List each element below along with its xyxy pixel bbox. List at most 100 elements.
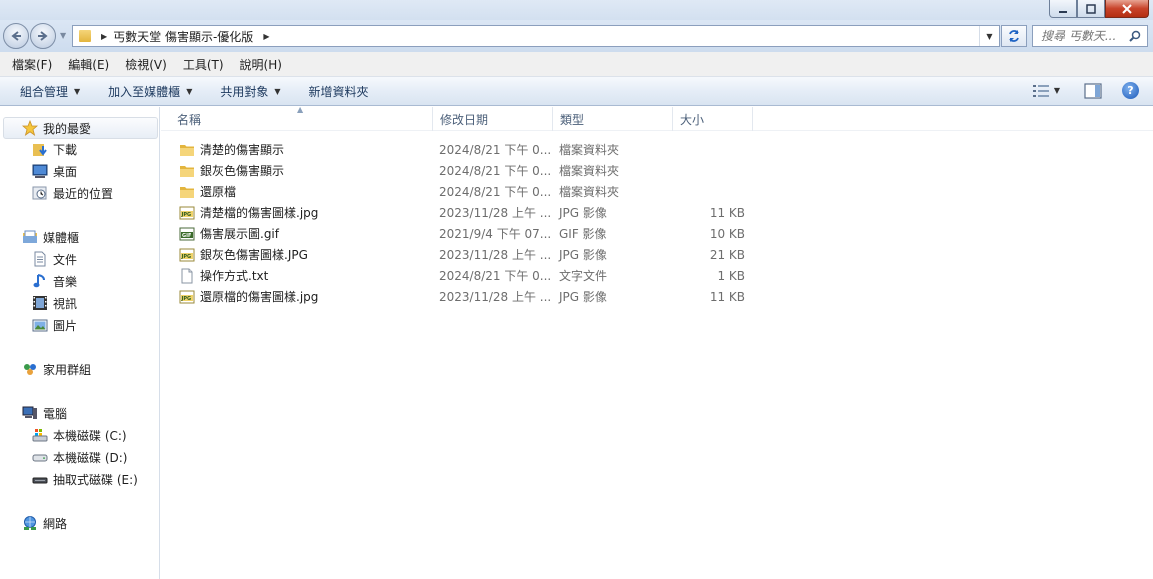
- file-type: GIF 影像: [559, 227, 607, 241]
- file-type: 檔案資料夾: [559, 185, 620, 199]
- menu-bar: 檔案(F) 編輯(E) 檢視(V) 工具(T) 說明(H): [0, 52, 1153, 77]
- navigation-pane: 我的最愛 下載 桌面 最近的位置 媒體櫃 文件 音樂 視訊 圖片 家用群組 電腦…: [0, 107, 160, 579]
- forward-arrow-icon: [38, 31, 48, 41]
- folder-icon: [180, 186, 194, 198]
- menu-view[interactable]: 檢視(V): [117, 56, 175, 73]
- file-row[interactable]: JPG 清楚檔的傷害圖樣.jpg 2023/11/28 上午 ... JPG 影…: [161, 202, 1153, 223]
- file-rows: 清楚的傷害顯示 2024/8/21 下午 0... 檔案資料夾 銀灰色傷害顯示 …: [161, 139, 1153, 307]
- file-name-cell: 操作方式.txt: [161, 267, 433, 284]
- file-type: JPG 影像: [559, 290, 607, 304]
- file-row[interactable]: 操作方式.txt 2024/8/21 下午 0... 文字文件 1 KB: [161, 265, 1153, 286]
- sort-ascending-icon: ▲: [297, 105, 304, 114]
- file-name: 操作方式.txt: [200, 269, 269, 283]
- file-name: 傷害展示圖.gif: [200, 227, 279, 241]
- breadcrumb-separator-icon[interactable]: ▶: [101, 32, 107, 41]
- computer-icon: [22, 406, 37, 419]
- nav-documents[interactable]: 文件: [0, 248, 160, 270]
- address-history-dropdown[interactable]: ▼: [979, 26, 999, 46]
- recent-pages-dropdown[interactable]: ▼: [60, 31, 66, 40]
- jpg-file-icon: JPG: [179, 248, 195, 261]
- nav-drive-d[interactable]: 本機磁碟 (D:): [0, 446, 160, 468]
- nav-drive-e-label: 抽取式磁碟 (E:): [53, 472, 138, 487]
- search-icon[interactable]: [1129, 30, 1141, 42]
- menu-help[interactable]: 說明(H): [232, 56, 290, 73]
- nav-pictures[interactable]: 圖片: [0, 314, 160, 336]
- nav-network[interactable]: 網路: [0, 512, 160, 534]
- new-folder-button[interactable]: 新增資料夾: [299, 77, 379, 105]
- file-row[interactable]: JPG 還原檔的傷害圖樣.jpg 2023/11/28 上午 ... JPG 影…: [161, 286, 1153, 307]
- breadcrumb-current-folder[interactable]: 丐數天堂 傷害顯示-優化版: [113, 28, 253, 45]
- menu-edit[interactable]: 編輯(E): [60, 56, 117, 73]
- nav-computer[interactable]: 電腦: [0, 402, 160, 424]
- address-row: ▼ ▶ 丐數天堂 傷害顯示-優化版 ▶ ▼: [0, 20, 1153, 52]
- video-icon: [33, 296, 47, 310]
- svg-text:JPG: JPG: [181, 212, 192, 218]
- menu-file[interactable]: 檔案(F): [4, 56, 60, 73]
- file-row[interactable]: JPG 銀灰色傷害圖樣.JPG 2023/11/28 上午 ... JPG 影像…: [161, 244, 1153, 265]
- maximize-button[interactable]: [1077, 0, 1105, 18]
- file-date: 2023/11/28 上午 ...: [439, 206, 552, 220]
- nav-recent-places[interactable]: 最近的位置: [0, 182, 160, 204]
- file-name: 還原檔的傷害圖樣.jpg: [200, 290, 319, 304]
- file-name: 銀灰色傷害顯示: [200, 164, 285, 178]
- file-row[interactable]: 清楚的傷害顯示 2024/8/21 下午 0... 檔案資料夾: [161, 139, 1153, 160]
- file-list-pane: ▲ 名稱 修改日期 類型 大小 清楚的傷害顯示 2024/8/21 下午 0..…: [161, 105, 1153, 579]
- file-row[interactable]: GIF 傷害展示圖.gif 2021/9/4 下午 07... GIF 影像 1…: [161, 223, 1153, 244]
- svg-text:JPG: JPG: [181, 254, 192, 260]
- hard-drive-icon: [32, 454, 48, 462]
- nav-computer-label: 電腦: [43, 406, 68, 421]
- jpg-file-icon: JPG: [179, 206, 195, 219]
- help-icon[interactable]: ?: [1122, 82, 1139, 99]
- file-row[interactable]: 還原檔 2024/8/21 下午 0... 檔案資料夾: [161, 181, 1153, 202]
- folder-icon: [79, 30, 91, 42]
- nav-libraries[interactable]: 媒體櫃: [0, 226, 160, 248]
- file-type: JPG 影像: [559, 206, 607, 220]
- file-name-cell: GIF 傷害展示圖.gif: [161, 225, 433, 242]
- file-name-cell: JPG 還原檔的傷害圖樣.jpg: [161, 288, 433, 305]
- file-date: 2023/11/28 上午 ...: [439, 290, 552, 304]
- file-name: 清楚的傷害顯示: [200, 143, 285, 157]
- breadcrumb-subfolder-arrow-icon[interactable]: ▶: [263, 32, 269, 41]
- back-button[interactable]: [3, 23, 29, 49]
- refresh-button[interactable]: [1001, 25, 1027, 47]
- preview-pane-icon[interactable]: [1084, 82, 1102, 99]
- view-options-dropdown[interactable]: ▼: [1054, 86, 1060, 95]
- nav-drive-c-label: 本機磁碟 (C:): [53, 428, 127, 443]
- nav-pictures-label: 圖片: [53, 318, 78, 333]
- gif-file-icon: GIF: [179, 227, 195, 240]
- file-name-cell: 銀灰色傷害顯示: [161, 162, 433, 179]
- menu-tools[interactable]: 工具(T): [175, 56, 232, 73]
- include-in-library-button[interactable]: 加入至媒體櫃 ▼: [98, 77, 202, 105]
- nav-drive-c[interactable]: 本機磁碟 (C:): [0, 424, 160, 446]
- file-row[interactable]: 銀灰色傷害顯示 2024/8/21 下午 0... 檔案資料夾: [161, 160, 1153, 181]
- share-with-button[interactable]: 共用對象 ▼: [210, 77, 290, 105]
- nav-drive-e[interactable]: 抽取式磁碟 (E:): [0, 468, 160, 490]
- nav-videos-label: 視訊: [53, 296, 78, 311]
- share-with-label: 共用對象: [220, 84, 269, 99]
- nav-favorites[interactable]: 我的最愛: [3, 117, 158, 139]
- file-name-cell: JPG 銀灰色傷害圖樣.JPG: [161, 246, 433, 263]
- column-header-date[interactable]: 修改日期: [433, 107, 553, 131]
- pictures-icon: [32, 319, 48, 332]
- nav-drive-d-label: 本機磁碟 (D:): [53, 450, 128, 465]
- column-header-name[interactable]: ▲ 名稱: [161, 105, 433, 131]
- chevron-down-icon: ▼: [186, 86, 193, 96]
- library-icon: [23, 230, 37, 243]
- column-header-type[interactable]: 類型: [553, 107, 673, 131]
- nav-desktop[interactable]: 桌面: [0, 160, 160, 182]
- change-view-icon[interactable]: [1032, 84, 1050, 98]
- nav-homegroup[interactable]: 家用群組: [0, 358, 160, 380]
- nav-music[interactable]: 音樂: [0, 270, 160, 292]
- column-header-size[interactable]: 大小: [673, 107, 753, 131]
- nav-downloads[interactable]: 下載: [0, 138, 160, 160]
- search-box[interactable]: [1032, 25, 1148, 47]
- search-input[interactable]: [1041, 29, 1131, 43]
- forward-button[interactable]: [30, 23, 56, 49]
- address-bar[interactable]: ▶ 丐數天堂 傷害顯示-優化版 ▶ ▼: [72, 25, 1000, 47]
- minimize-button[interactable]: [1049, 0, 1077, 18]
- file-name-cell: 還原檔: [161, 183, 433, 200]
- close-button[interactable]: [1105, 0, 1149, 18]
- nav-videos[interactable]: 視訊: [0, 292, 160, 314]
- organize-button[interactable]: 組合管理 ▼: [10, 77, 90, 105]
- nav-music-label: 音樂: [53, 274, 78, 289]
